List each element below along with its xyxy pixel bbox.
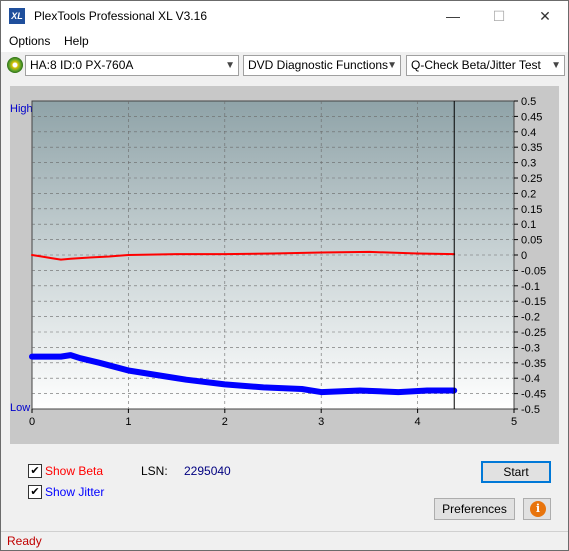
start-button[interactable]: Start bbox=[481, 461, 551, 483]
y-tick-label: 0.5 bbox=[521, 96, 536, 108]
x-tick-label: 3 bbox=[318, 416, 324, 428]
lsn-value: 2295040 bbox=[184, 464, 231, 478]
function-select[interactable]: DVD Diagnostic Functions ▼ bbox=[243, 55, 401, 76]
y-tick-label: 0.1 bbox=[521, 219, 536, 231]
x-tick-label: 2 bbox=[222, 416, 228, 428]
chevron-down-icon: ▼ bbox=[225, 60, 235, 71]
preferences-button[interactable]: Preferences bbox=[434, 498, 515, 520]
disc-drive-icon bbox=[7, 57, 23, 73]
y-tick-label: -0.3 bbox=[521, 342, 540, 354]
y-tick-label: -0.15 bbox=[521, 296, 546, 308]
y-tick-label: 0.35 bbox=[521, 142, 542, 154]
menu-help[interactable]: Help bbox=[64, 34, 89, 48]
x-tick-label: 5 bbox=[511, 416, 517, 428]
lsn-label: LSN: bbox=[141, 464, 168, 478]
minimize-button[interactable]: — bbox=[430, 1, 476, 32]
y-tick-label: -0.25 bbox=[521, 327, 546, 339]
show-jitter-label[interactable]: Show Jitter bbox=[45, 485, 104, 499]
title-bar[interactable]: XL PlexTools Professional XL V3.16 — ☐ ✕ bbox=[1, 1, 568, 32]
y-tick-label: 0.25 bbox=[521, 173, 542, 185]
y-tick-label: -0.05 bbox=[521, 265, 546, 277]
status-bar: Ready bbox=[1, 531, 568, 550]
y-axis-high-label: High bbox=[10, 103, 33, 115]
y-tick-label: -0.4 bbox=[521, 373, 540, 385]
y-tick-label: 0.4 bbox=[521, 127, 536, 139]
x-tick-labels: 0 1 2 3 4 5 bbox=[29, 416, 517, 428]
y-axis-low-label: Low bbox=[10, 402, 30, 414]
toolbar: HA:8 ID:0 PX-760A ▼ DVD Diagnostic Funct… bbox=[1, 53, 568, 79]
app-logo-icon: XL bbox=[9, 8, 25, 24]
function-select-value: DVD Diagnostic Functions bbox=[248, 58, 389, 72]
menu-options[interactable]: Options bbox=[9, 34, 50, 48]
y-tick-label: 0.3 bbox=[521, 158, 536, 170]
status-text: Ready bbox=[7, 534, 42, 548]
close-button[interactable]: ✕ bbox=[522, 1, 568, 32]
y-tick-label: 0.15 bbox=[521, 204, 542, 216]
chart-panel: High Low 0.5 0.45 0.4 0.35 0.3 0.25 0.2 0.15 0.1… bbox=[10, 86, 559, 444]
chevron-down-icon: ▼ bbox=[387, 60, 397, 71]
info-button[interactable]: i bbox=[523, 498, 551, 520]
y-tick-label: -0.35 bbox=[521, 358, 546, 370]
test-select[interactable]: Q-Check Beta/Jitter Test ▼ bbox=[406, 55, 565, 76]
y-tick-label: -0.1 bbox=[521, 281, 540, 293]
y-tick-label: -0.2 bbox=[521, 312, 540, 324]
show-beta-label[interactable]: Show Beta bbox=[45, 464, 103, 478]
info-icon: i bbox=[530, 501, 546, 517]
y-tick-label: -0.45 bbox=[521, 389, 546, 401]
y-tick-labels: 0.5 0.45 0.4 0.35 0.3 0.25 0.2 0.15 0.1 0.05 0 -0.0… bbox=[521, 96, 546, 416]
y-tick-label: 0.05 bbox=[521, 235, 542, 247]
menu-bar: Options Help bbox=[1, 32, 568, 52]
window-title: PlexTools Professional XL V3.16 bbox=[34, 9, 207, 23]
beta-jitter-chart: High Low 0.50.450.40.350.30.250.20.150.1… bbox=[10, 96, 546, 428]
show-beta-checkbox[interactable]: ✔ bbox=[28, 464, 42, 478]
main-window: XL PlexTools Professional XL V3.16 — ☐ ✕… bbox=[0, 0, 569, 551]
y-tick-label: 0.2 bbox=[521, 188, 536, 200]
maximize-button[interactable]: ☐ bbox=[476, 1, 522, 32]
y-tick-label: -0.5 bbox=[521, 404, 540, 416]
drive-select-value: HA:8 ID:0 PX-760A bbox=[30, 58, 134, 72]
show-jitter-checkbox[interactable]: ✔ bbox=[28, 485, 42, 499]
drive-select[interactable]: HA:8 ID:0 PX-760A ▼ bbox=[25, 55, 239, 76]
chevron-down-icon: ▼ bbox=[551, 60, 561, 71]
y-tick-label: 0 bbox=[521, 250, 527, 262]
test-select-value: Q-Check Beta/Jitter Test bbox=[411, 58, 541, 72]
y-tick-label: 0.45 bbox=[521, 111, 542, 123]
x-tick-label: 0 bbox=[29, 416, 35, 428]
x-tick-label: 1 bbox=[125, 416, 131, 428]
controls-panel: ✔ Show Beta ✔ Show Jitter LSN: 2295040 S… bbox=[10, 452, 559, 528]
x-tick-label: 4 bbox=[415, 416, 421, 428]
